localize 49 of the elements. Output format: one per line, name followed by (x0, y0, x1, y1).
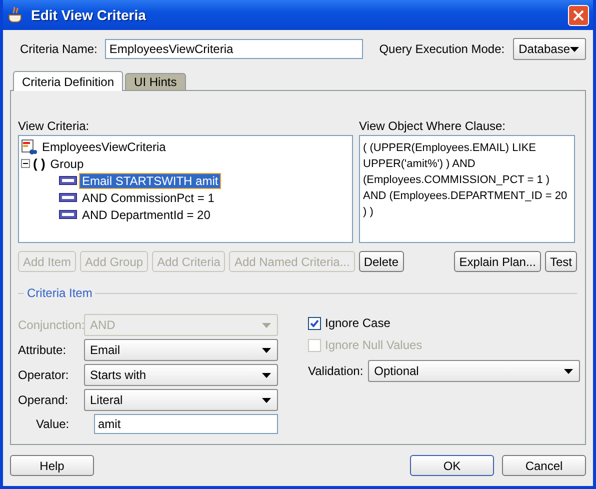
field-label: Conjunction: (18, 318, 84, 332)
field-label: Operator: (18, 368, 70, 382)
dialog-button[interactable]: Cancel (502, 455, 586, 476)
dropdown-arrow-icon (262, 398, 271, 402)
checkbox[interactable] (308, 316, 321, 330)
query-mode-dropdown[interactable]: Database (512, 38, 586, 60)
help-button[interactable]: Help (10, 455, 94, 476)
tree-item[interactable]: EmployeesViewCriteria (40, 140, 168, 154)
dialog-button[interactable]: OK (410, 455, 494, 476)
field-label: View Object Where Clause: (359, 119, 507, 133)
close-button[interactable] (568, 4, 589, 26)
action-button[interactable]: Explain Plan... (454, 251, 541, 272)
field-label: View Criteria: (18, 119, 90, 133)
checkbox-label: Ignore Null Values (325, 338, 422, 352)
field-label: Validation: (308, 364, 364, 378)
dropdown[interactable]: Email (84, 339, 278, 361)
field-label: Attribute: (18, 343, 68, 357)
group-icon: ( ) (33, 156, 46, 171)
section-title: Criteria Item (27, 286, 92, 300)
validation-dropdown[interactable]: Optional (368, 360, 580, 382)
dropdown-arrow-icon (262, 348, 271, 352)
dropdown[interactable]: Starts with (84, 364, 278, 386)
tree-item[interactable]: Group (48, 156, 86, 170)
tree-item[interactable]: AND CommissionPct = 1 (80, 190, 216, 204)
dropdown-arrow-icon (262, 372, 271, 378)
dropdown-arrow-icon (564, 368, 574, 374)
tab[interactable]: UI Hints (125, 73, 186, 91)
attribute-icon (59, 176, 77, 185)
criteria-icon (21, 138, 37, 154)
attribute-icon (59, 193, 77, 202)
dropdown-arrow-icon (570, 46, 579, 52)
field-label: Criteria Name: (20, 42, 98, 56)
collapse-icon[interactable] (21, 159, 30, 168)
tab[interactable]: Criteria Definition (13, 71, 124, 91)
tree-item[interactable]: Email STARTSWITH amit (80, 174, 220, 188)
action-button[interactable]: Test (544, 251, 577, 272)
toolbar-button[interactable]: Delete (358, 251, 404, 272)
field-label: Value: (35, 417, 70, 431)
window-title: Edit View Criteria (31, 7, 147, 23)
checkbox-label: Ignore Case (325, 316, 390, 330)
criteria-name-field[interactable]: EmployeesViewCriteria (105, 39, 364, 59)
attribute-icon (59, 210, 77, 219)
field-label: Operand: (18, 393, 70, 407)
dropdown[interactable]: Literal (84, 389, 278, 411)
value-field[interactable]: amit (94, 414, 278, 434)
tree-item[interactable]: AND DepartmentId = 20 (80, 208, 212, 222)
dropdown-arrow-icon (262, 322, 271, 328)
field-label: Query Execution Mode: (379, 42, 505, 56)
where-clause-text: ( (UPPER(Employees.EMAIL) LIKE UPPER('amit%') ) AND (Employees.COMMISSION_PCT = 1 ) AND (Employees.DEPARTMENT_ID = 20 ) ) (359, 135, 575, 243)
